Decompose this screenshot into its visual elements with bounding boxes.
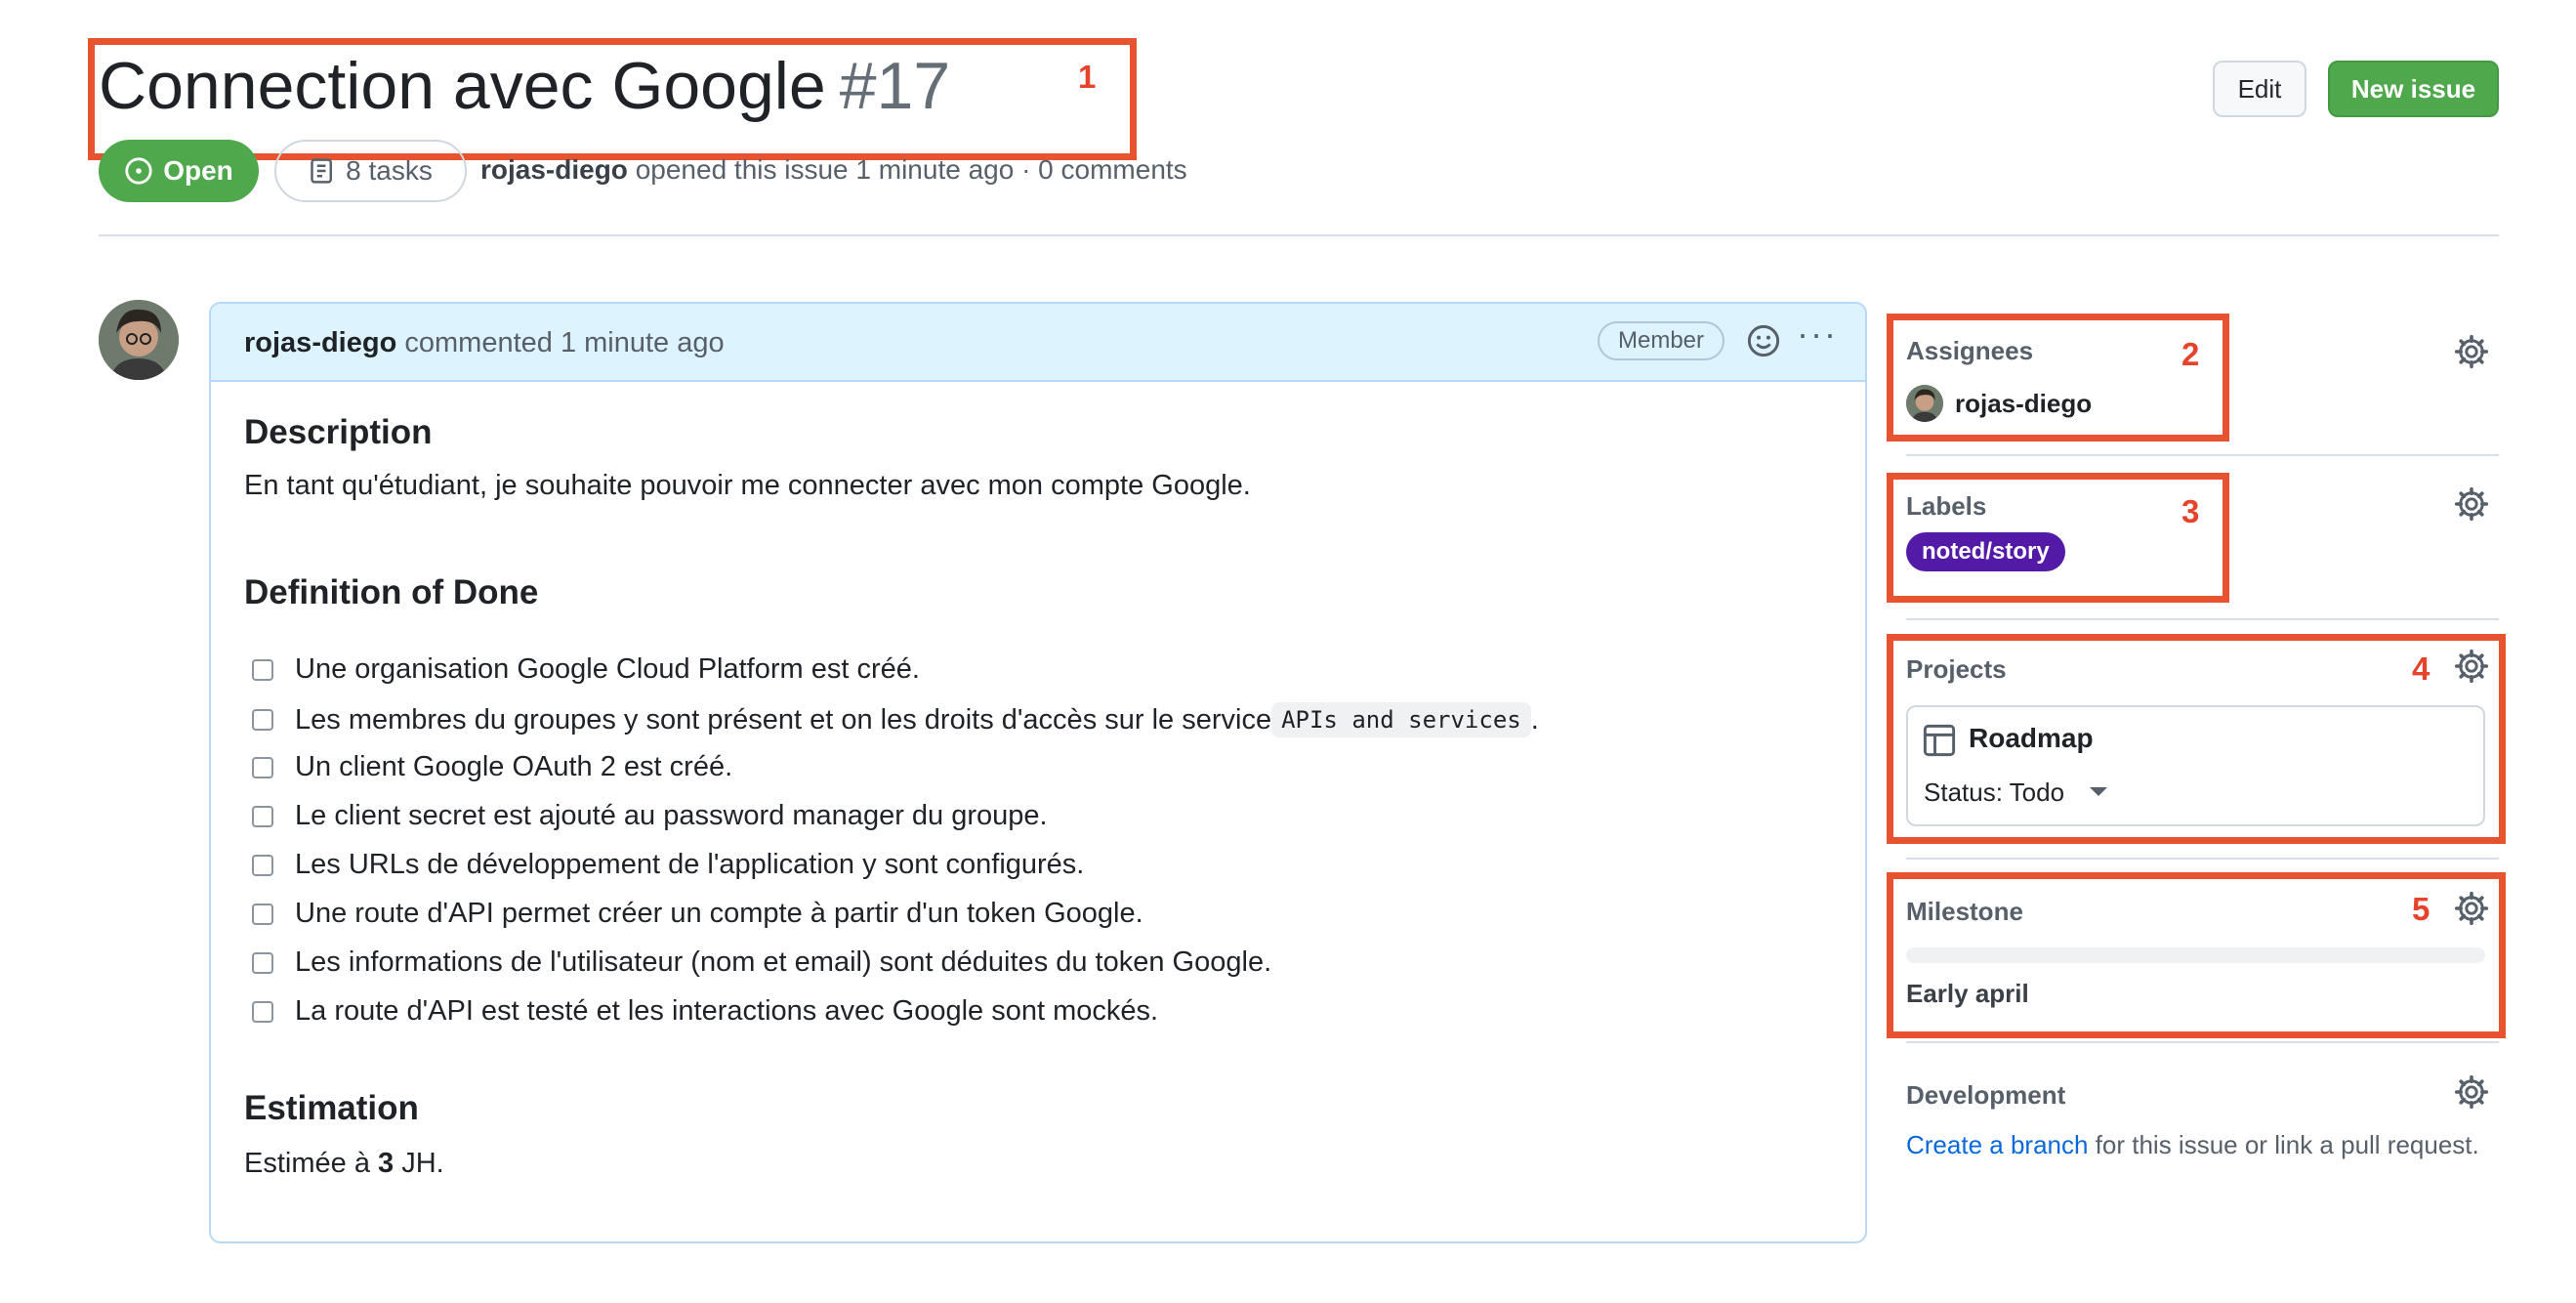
task-checkbox[interactable] (252, 1000, 273, 1023)
labels-gear-icon[interactable] (2454, 486, 2489, 522)
development-suffix: for this issue or link a pull request. (2088, 1130, 2479, 1159)
annotation-label-3: 3 (2181, 493, 2200, 529)
member-role-badge: Member (1598, 321, 1724, 360)
issue-author-link[interactable]: rojas-diego (480, 154, 628, 185)
task-item: Les URLs de développement de l'applicati… (252, 849, 1084, 881)
task-text: Une organisation Google Cloud Platform e… (295, 653, 920, 685)
issue-meta-text: opened this issue 1 minute ago · 0 comme… (635, 154, 1187, 185)
tasks-count-label: 8 tasks (346, 155, 433, 186)
label-noted-story[interactable]: noted/story (1906, 532, 2065, 571)
milestone-gear-icon[interactable] (2454, 891, 2489, 926)
project-name[interactable]: Roadmap (1969, 723, 2094, 754)
task-suffix: . (1530, 703, 1539, 736)
description-text: En tant qu'étudiant, je souhaite pouvoir… (244, 470, 1251, 501)
avatar-image (1906, 385, 1943, 422)
annotation-label-1: 1 (1078, 59, 1097, 95)
assignees-gear-icon[interactable] (2454, 334, 2489, 369)
task-text: Le client secret est ajouté au password … (295, 800, 1048, 831)
assignee-item[interactable]: rojas-diego (1906, 385, 2092, 422)
sidebar-divider (1906, 618, 2499, 620)
estimation-value: 3 (378, 1148, 395, 1179)
task-text: Un client Google OAuth 2 est créé. (295, 751, 733, 782)
task-item: Une organisation Google Cloud Platform e… (252, 653, 920, 686)
annotation-box-2 (1887, 314, 2229, 441)
sidebar-divider (1906, 454, 2499, 456)
task-text: Les URLs de développement de l'applicati… (295, 849, 1085, 880)
comment-options-icon[interactable]: ··· (1797, 316, 1836, 358)
task-item: Une route d'API permet créer un compte à… (252, 898, 1143, 930)
issue-open-icon (125, 157, 152, 185)
task-text: La route d'API est testé et les interact… (295, 995, 1159, 1027)
task-item: Un client Google OAuth 2 est créé. (252, 751, 732, 783)
assignees-label[interactable]: Assignees (1906, 336, 2033, 366)
task-text: Une route d'API permet créer un compte à… (295, 898, 1143, 929)
edit-button[interactable]: Edit (2213, 61, 2306, 117)
annotation-box-1 (88, 38, 1137, 160)
assignee-name: rojas-diego (1955, 388, 2093, 418)
projects-gear-icon[interactable] (2454, 649, 2489, 684)
task-checkbox[interactable] (252, 951, 273, 974)
task-item: Le client secret est ajouté au password … (252, 800, 1048, 832)
comment-header: rojas-diego commented 1 minute ago Membe… (211, 304, 1865, 382)
project-status-select[interactable]: Status: Todo (1924, 778, 2064, 808)
description-heading: Description (244, 413, 433, 451)
milestone-progress-bar (1906, 947, 2485, 963)
header-divider (99, 234, 2499, 236)
comment-author-avatar[interactable] (99, 300, 179, 380)
sidebar-divider (1906, 1041, 2499, 1043)
labels-label[interactable]: Labels (1906, 491, 1986, 522)
issue-comment: rojas-diego commented 1 minute ago Membe… (209, 302, 1867, 1243)
task-checkbox[interactable] (252, 658, 273, 681)
issue-state-badge: Open (99, 140, 259, 202)
issue-state-label: Open (163, 155, 233, 186)
estimation-suffix: JH. (394, 1148, 444, 1179)
add-reaction-icon[interactable] (1746, 323, 1781, 358)
chevron-down-icon[interactable] (2090, 787, 2107, 796)
dod-heading: Definition of Done (244, 573, 539, 611)
task-checkbox[interactable] (252, 854, 273, 876)
task-checkbox[interactable] (252, 903, 273, 925)
task-item: Les membres du groupes y sont présent et… (252, 702, 1539, 737)
estimation-heading: Estimation (244, 1089, 419, 1127)
issue-meta: rojas-diego opened this issue 1 minute a… (480, 154, 1187, 186)
project-card-roadmap[interactable]: Roadmap Status: Todo (1906, 705, 2485, 826)
task-item: Les informations de l'utilisateur (nom e… (252, 946, 1271, 979)
development-gear-icon[interactable] (2454, 1074, 2489, 1110)
task-text: Les membres du groupes y sont présent et… (295, 703, 1272, 736)
annotation-label-2: 2 (2181, 336, 2200, 372)
projects-label[interactable]: Projects (1906, 654, 2007, 685)
task-text: Les informations de l'utilisateur (nom e… (295, 946, 1272, 978)
assignee-avatar (1906, 385, 1943, 422)
milestone-name[interactable]: Early april (1906, 979, 2029, 1009)
milestone-label[interactable]: Milestone (1906, 897, 2023, 927)
checklist-icon (311, 158, 333, 184)
annotation-label-4: 4 (2412, 651, 2431, 687)
estimation-prefix: Estimée à (244, 1148, 378, 1179)
development-label[interactable]: Development (1906, 1080, 2065, 1111)
task-checkbox[interactable] (252, 709, 273, 731)
development-text: Create a branch for this issue or link a… (1906, 1130, 2479, 1160)
comment-time[interactable]: commented 1 minute ago (404, 327, 724, 358)
new-issue-button[interactable]: New issue (2328, 61, 2499, 117)
avatar-image (99, 300, 179, 380)
tasks-count-pill[interactable]: 8 tasks (274, 140, 467, 202)
task-checkbox[interactable] (252, 756, 273, 778)
create-branch-link[interactable]: Create a branch (1906, 1130, 2088, 1159)
estimation-text: Estimée à 3 JH. (244, 1148, 444, 1180)
task-item: La route d'API est testé et les interact… (252, 995, 1158, 1028)
comment-byline: rojas-diego commented 1 minute ago (244, 327, 725, 359)
task-checkbox[interactable] (252, 805, 273, 827)
comment-author-link[interactable]: rojas-diego (244, 327, 396, 358)
sidebar-divider (1906, 858, 2499, 860)
table-icon (1923, 724, 1956, 757)
inline-code: APIs and services (1271, 702, 1531, 737)
annotation-label-5: 5 (2412, 891, 2431, 927)
